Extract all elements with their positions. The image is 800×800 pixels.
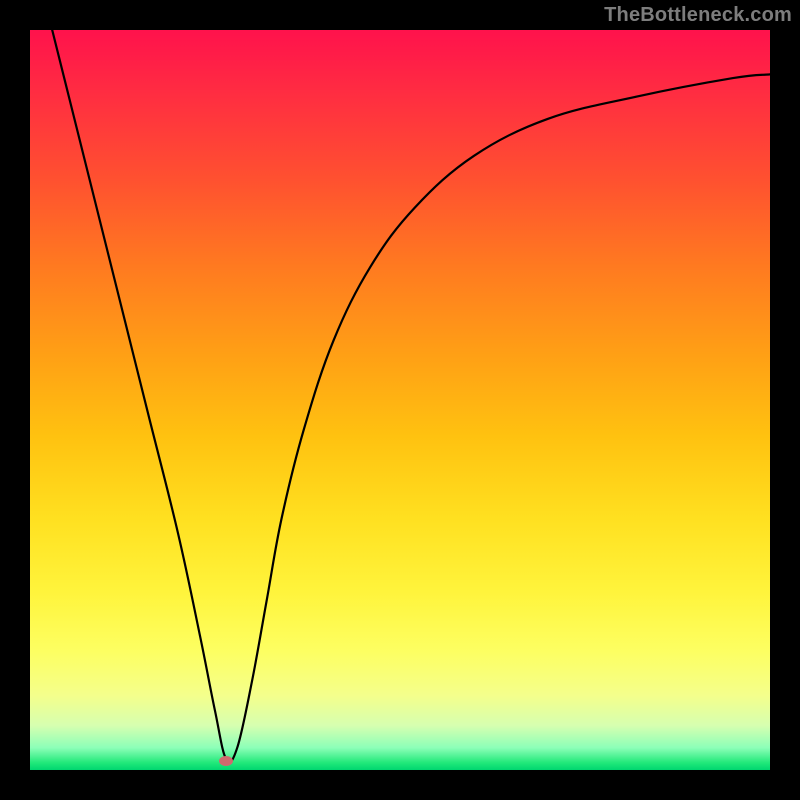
chart-frame: TheBottleneck.com xyxy=(0,0,800,800)
minimum-marker xyxy=(219,756,233,766)
bottleneck-curve xyxy=(52,30,770,762)
watermark-text: TheBottleneck.com xyxy=(604,4,792,27)
plot-area xyxy=(30,30,770,770)
curve-svg xyxy=(30,30,770,770)
